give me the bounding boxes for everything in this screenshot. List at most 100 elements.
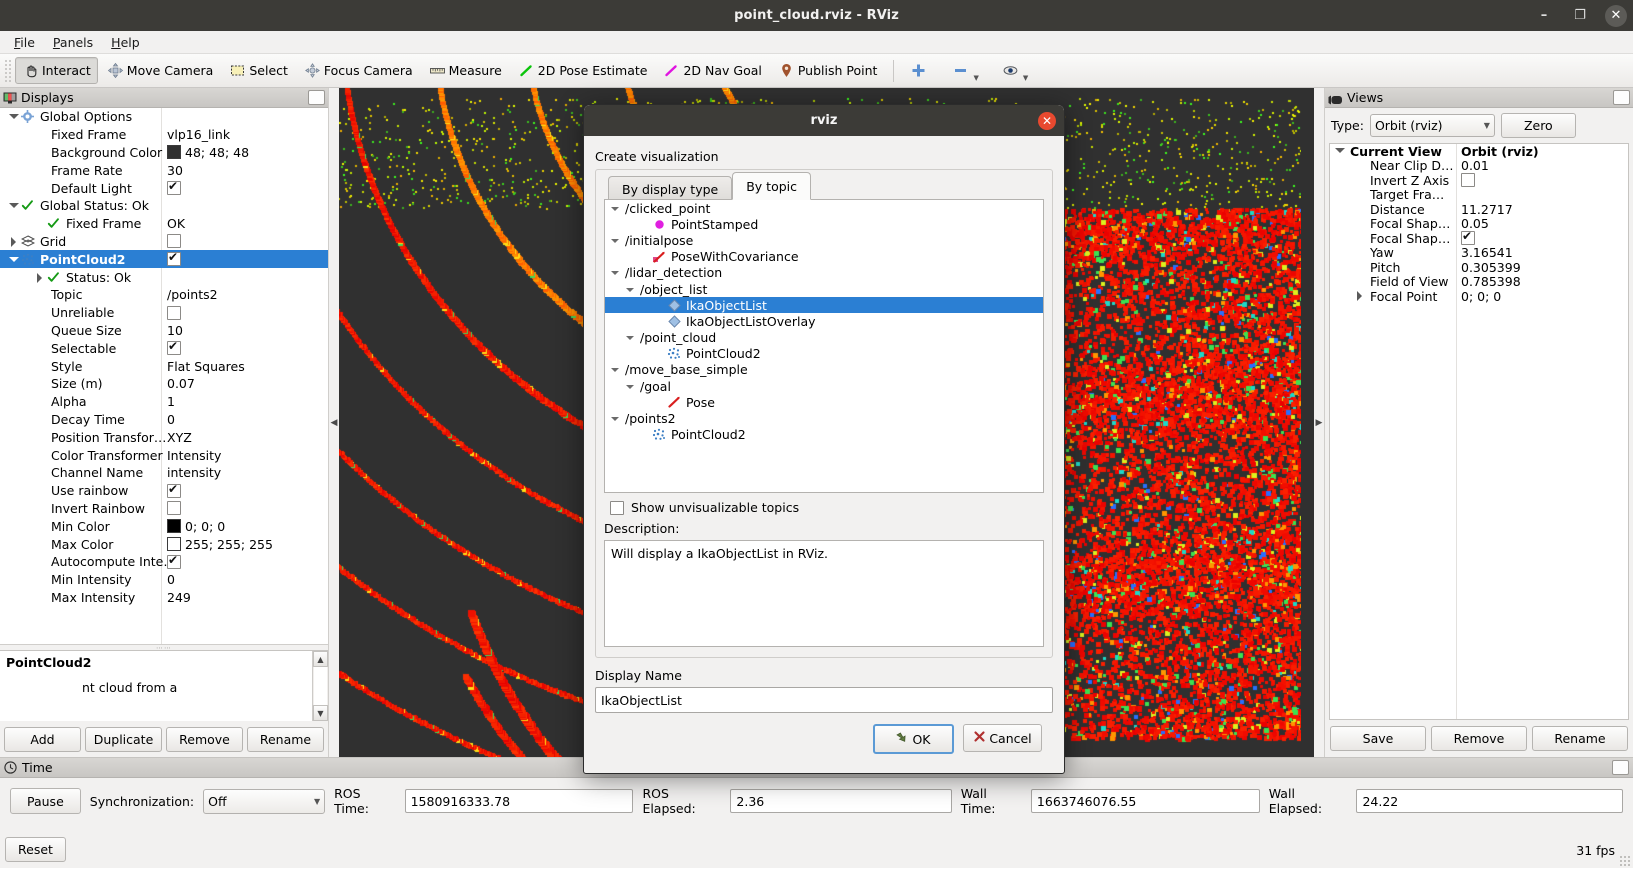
view-property-row[interactable]: Distance 11.2717 bbox=[1330, 202, 1628, 217]
expand-arrow-icon[interactable] bbox=[8, 254, 19, 265]
viewport-right-handle[interactable]: ▶ bbox=[1314, 88, 1324, 757]
collapse-arrow-icon[interactable] bbox=[8, 236, 19, 247]
property-checkbox[interactable] bbox=[167, 234, 181, 249]
property-value-cell[interactable]: vlp16_link bbox=[167, 127, 230, 142]
view-property-value-cell[interactable]: 0.01 bbox=[1461, 158, 1489, 173]
dialog-close-icon[interactable]: ✕ bbox=[1038, 112, 1056, 130]
property-value-cell[interactable]: 10 bbox=[167, 323, 183, 338]
property-value-cell[interactable] bbox=[167, 250, 181, 267]
property-value-cell[interactable]: Intensity bbox=[167, 448, 221, 463]
viewport-left-handle[interactable]: ◀ bbox=[329, 88, 339, 757]
topic-tree-row[interactable]: PointCloud2 bbox=[605, 427, 1043, 443]
property-value-cell[interactable]: OK bbox=[167, 216, 185, 231]
topic-tree-row[interactable]: Pose bbox=[605, 394, 1043, 410]
view-property-row[interactable]: Focal Shap… 0.05 bbox=[1330, 216, 1628, 231]
views-rename-button[interactable]: Rename bbox=[1532, 726, 1628, 751]
property-value-cell[interactable]: 0 bbox=[167, 572, 175, 587]
expand-arrow-icon[interactable] bbox=[610, 413, 621, 424]
property-value-cell[interactable]: 249 bbox=[167, 590, 191, 605]
expand-arrow-icon[interactable] bbox=[625, 332, 636, 343]
resize-grip[interactable] bbox=[1619, 855, 1631, 867]
scroll-up-icon[interactable]: ▲ bbox=[313, 651, 328, 667]
reset-button[interactable]: Reset bbox=[5, 837, 66, 862]
remove-tool-button[interactable]: ▼ bbox=[945, 57, 985, 84]
display-property-row[interactable]: Invert Rainbow bbox=[0, 500, 328, 518]
view-property-row[interactable]: Target Fra… bbox=[1330, 187, 1628, 202]
property-checkbox[interactable] bbox=[167, 482, 181, 498]
display-property-row[interactable]: Style Flat Squares bbox=[0, 357, 328, 375]
maximize-icon[interactable]: ❐ bbox=[1569, 5, 1591, 27]
property-value-cell[interactable]: 48; 48; 48 bbox=[167, 145, 249, 160]
displays-float-button[interactable] bbox=[308, 90, 325, 105]
display-property-row[interactable]: Queue Size 10 bbox=[0, 322, 328, 340]
property-checkbox[interactable] bbox=[167, 250, 181, 267]
display-property-row[interactable]: Global Status: Ok bbox=[0, 197, 328, 215]
expand-arrow-icon[interactable] bbox=[1334, 145, 1345, 156]
view-property-row[interactable]: Pitch 0.305399 bbox=[1330, 260, 1628, 275]
cancel-button[interactable]: Cancel bbox=[963, 724, 1042, 752]
views-float-button[interactable] bbox=[1613, 90, 1630, 105]
display-property-row[interactable]: Default Light bbox=[0, 179, 328, 197]
display-property-row[interactable]: Channel Name intensity bbox=[0, 464, 328, 482]
display-property-row[interactable]: Color Transformer Intensity bbox=[0, 446, 328, 464]
expand-arrow-icon[interactable] bbox=[610, 235, 621, 246]
ok-button[interactable]: OK bbox=[873, 724, 954, 754]
view-checkbox[interactable] bbox=[1461, 173, 1475, 188]
topic-tree-row[interactable]: /clicked_point bbox=[605, 200, 1043, 216]
tool-2d-pose-estimate[interactable]: 2D Pose Estimate bbox=[511, 57, 655, 84]
property-checkbox[interactable] bbox=[167, 339, 181, 356]
topic-tree-row[interactable]: /lidar_detection bbox=[605, 265, 1043, 281]
display-property-row[interactable]: Min Intensity 0 bbox=[0, 571, 328, 589]
topic-tree-row[interactable]: PointCloud2 bbox=[605, 346, 1043, 362]
property-value-cell[interactable]: 1 bbox=[167, 394, 175, 409]
property-value-cell[interactable] bbox=[167, 234, 181, 249]
tab-by-topic[interactable]: By topic bbox=[732, 172, 812, 200]
view-property-row[interactable]: Field of View 0.785398 bbox=[1330, 274, 1628, 289]
show-unvisualizable-row[interactable]: Show unvisualizable topics bbox=[604, 493, 1044, 517]
color-swatch[interactable] bbox=[167, 537, 181, 552]
view-property-row[interactable]: Yaw 3.16541 bbox=[1330, 245, 1628, 260]
display-property-row[interactable]: Position Transfor… XYZ bbox=[0, 428, 328, 446]
views-remove-button[interactable]: Remove bbox=[1431, 726, 1527, 751]
tool-publish-point[interactable]: Publish Point bbox=[771, 57, 885, 84]
tool-select[interactable]: Select bbox=[222, 57, 295, 84]
property-value-cell[interactable] bbox=[167, 501, 181, 516]
property-value-cell[interactable]: 255; 255; 255 bbox=[167, 537, 273, 552]
wall-elapsed-field[interactable]: 24.22 bbox=[1356, 789, 1623, 813]
display-property-row[interactable]: Max Color 255; 255; 255 bbox=[0, 535, 328, 553]
property-checkbox[interactable] bbox=[167, 179, 181, 196]
expand-arrow-icon[interactable] bbox=[8, 111, 19, 122]
display-property-row[interactable]: Global Options bbox=[0, 108, 328, 126]
display-property-row[interactable]: Min Color 0; 0; 0 bbox=[0, 517, 328, 535]
display-property-row[interactable]: Fixed Frame vlp16_link bbox=[0, 126, 328, 144]
display-property-row[interactable]: Frame Rate 30 bbox=[0, 161, 328, 179]
view-property-value-cell[interactable]: Orbit (rviz) bbox=[1461, 144, 1539, 159]
view-property-value-cell[interactable]: 11.2717 bbox=[1461, 202, 1513, 217]
expand-arrow-icon[interactable] bbox=[625, 381, 636, 392]
rename-button[interactable]: Rename bbox=[247, 727, 324, 752]
ros-elapsed-field[interactable]: 2.36 bbox=[730, 789, 952, 813]
synchronization-select[interactable]: Off ▼ bbox=[203, 788, 326, 814]
minimize-icon[interactable]: – bbox=[1533, 5, 1555, 27]
expand-arrow-icon[interactable] bbox=[610, 267, 621, 278]
view-property-value-cell[interactable]: 0; 0; 0 bbox=[1461, 289, 1501, 304]
display-name-input[interactable]: IkaObjectList bbox=[595, 687, 1053, 713]
display-property-row[interactable]: Max Intensity 249 bbox=[0, 589, 328, 607]
collapse-arrow-icon[interactable] bbox=[34, 272, 45, 283]
view-property-row[interactable]: Current View Orbit (rviz) bbox=[1330, 144, 1628, 159]
tool-interact[interactable]: Interact bbox=[15, 57, 98, 84]
remove-button[interactable]: Remove bbox=[166, 727, 243, 752]
display-property-row[interactable]: Decay Time 0 bbox=[0, 411, 328, 429]
menu-panels[interactable]: Panels bbox=[45, 33, 101, 52]
display-property-row[interactable]: Alpha 1 bbox=[0, 393, 328, 411]
chevron-down-icon-2[interactable]: ▼ bbox=[1023, 74, 1028, 82]
display-property-row[interactable]: Selectable bbox=[0, 339, 328, 357]
topic-tree-row[interactable]: /object_list bbox=[605, 281, 1043, 297]
tab-by-display-type[interactable]: By display type bbox=[608, 176, 733, 201]
display-property-row[interactable]: Topic/points2 bbox=[0, 286, 328, 304]
property-checkbox[interactable] bbox=[167, 305, 181, 320]
topic-tree-row[interactable]: /initialpose bbox=[605, 232, 1043, 248]
property-value-cell[interactable]: 30 bbox=[167, 163, 183, 178]
topic-tree-row[interactable]: /move_base_simple bbox=[605, 362, 1043, 378]
menu-help[interactable]: Help bbox=[103, 33, 148, 52]
